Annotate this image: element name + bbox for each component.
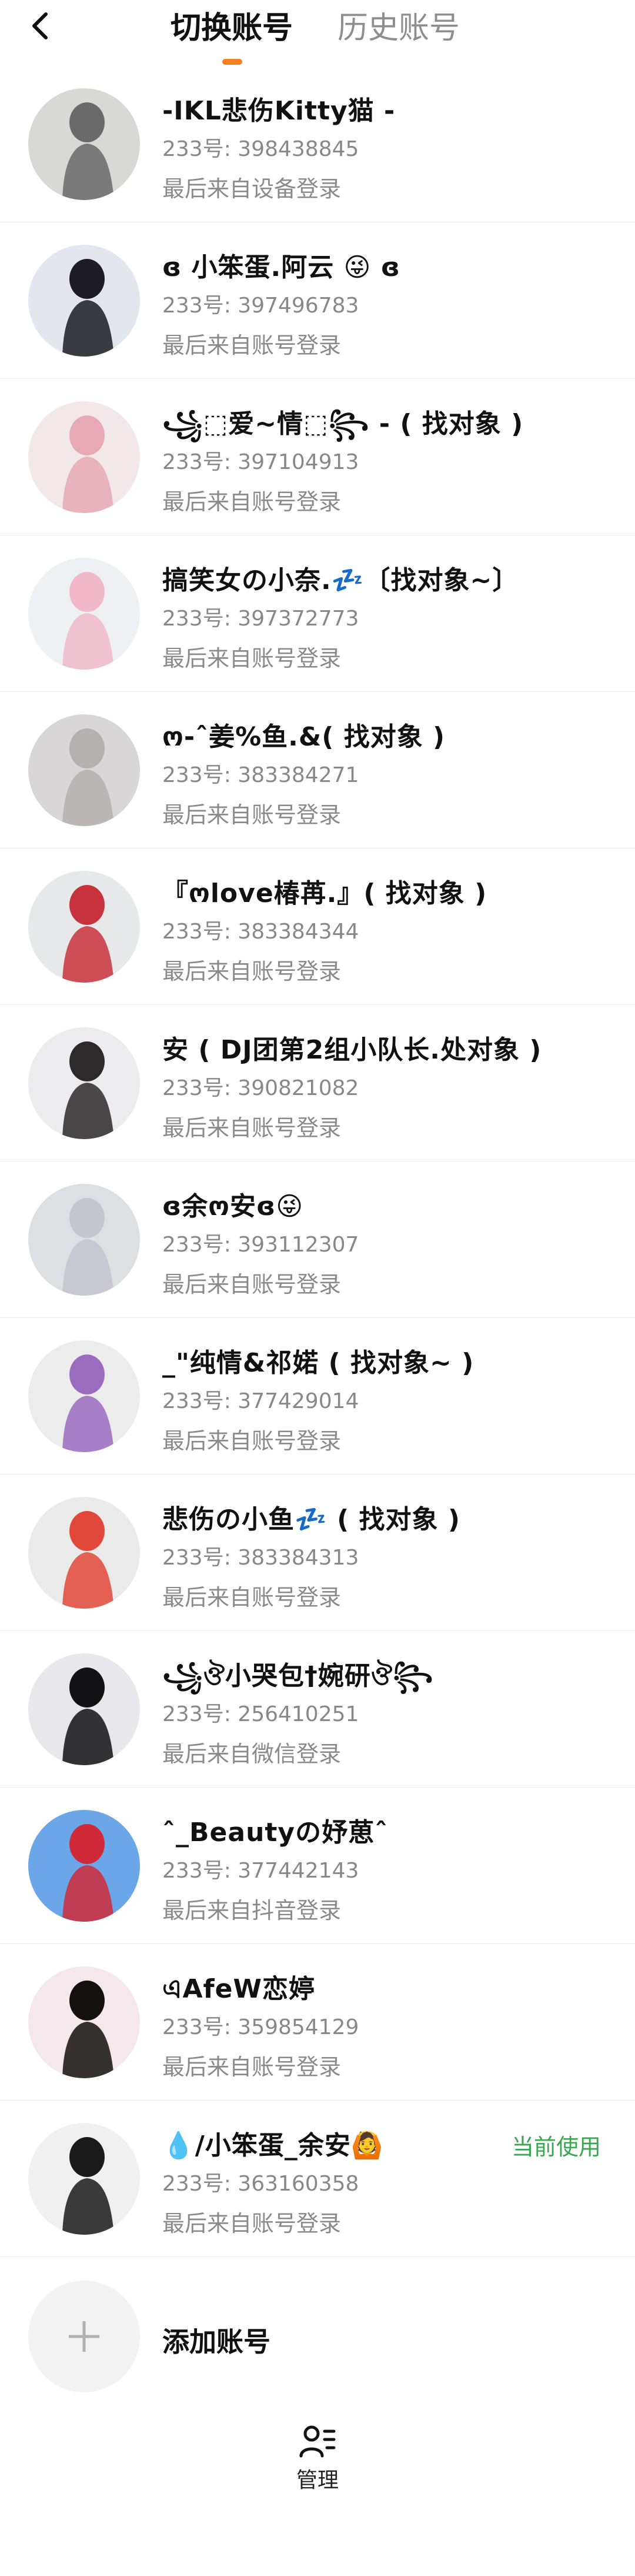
- avatar: [28, 1184, 140, 1296]
- account-name: 悲伤の小鱼💤 ( 找对象 ): [162, 1505, 460, 1535]
- current-use-badge: 当前使用: [511, 2134, 601, 2160]
- account-row[interactable]: ო-ˆ姜%鱼.&( 找对象 ) 233号: 383384271 最后来自账号登录: [0, 692, 635, 848]
- account-id: 233号: 393112307: [162, 1233, 359, 1257]
- account-id: 233号: 256410251: [162, 1702, 359, 1726]
- last-login-source: 最后来自账号登录: [162, 1585, 342, 1610]
- account-row[interactable]: ꧁⬚爱~情⬚꧂ - ( 找对象 ) 233号: 397104913 最后来自账号登录: [0, 379, 635, 535]
- account-id: 233号: 377429014: [162, 1389, 359, 1413]
- manage-button[interactable]: 管理: [276, 2424, 359, 2501]
- account-name: _"纯情&祁婼 ( 找对象~ ): [162, 1348, 474, 1378]
- avatar: [28, 871, 140, 983]
- avatar: [28, 1810, 140, 1922]
- account-row[interactable]: _"纯情&祁婼 ( 找对象~ ) 233号: 377429014 最后来自账号登录: [0, 1318, 635, 1475]
- add-account-label: 添加账号: [162, 2326, 270, 2358]
- account-row[interactable]: ɞ 小笨蛋.阿云 😜 ɞ 233号: 397496783 最后来自账号登录: [0, 222, 635, 379]
- account-id: 233号: 383384271: [162, 763, 359, 787]
- avatar: [28, 88, 140, 200]
- account-id: 233号: 363160358: [162, 2172, 359, 2196]
- account-id: 233号: 359854129: [162, 2015, 359, 2039]
- last-login-source: 最后来自账号登录: [162, 489, 342, 515]
- account-id: 233号: 377442143: [162, 1859, 359, 1883]
- account-id: 233号: 398438845: [162, 137, 359, 161]
- account-name: 💧/小笨蛋_余安🙆: [162, 2131, 384, 2161]
- add-account-row[interactable]: 添加账号: [0, 2257, 635, 2416]
- account-name: ɞ 小笨蛋.阿云 😜 ɞ: [162, 252, 400, 282]
- account-name: -IKL悲伤Kitty猫 -: [162, 96, 396, 126]
- account-row[interactable]: 💧/小笨蛋_余安🙆 233号: 363160358 最后来自账号登录 当前使用: [0, 2101, 635, 2257]
- account-name: ო-ˆ姜%鱼.&( 找对象 ): [162, 722, 446, 752]
- avatar: [28, 1340, 140, 1452]
- add-account-button[interactable]: [28, 2281, 140, 2392]
- account-name: এAfeW恋婷: [162, 1974, 316, 2004]
- top-bar: 切换账号 历史账号: [0, 0, 635, 66]
- last-login-source: 最后来自账号登录: [162, 1272, 342, 1297]
- account-row[interactable]: 搞笑女の小奈.💤〔找对象~〕 233号: 397372773 最后来自账号登录: [0, 535, 635, 692]
- avatar: [28, 558, 140, 670]
- last-login-source: 最后来自账号登录: [162, 2054, 342, 2080]
- account-name: 安 ( DJ团第2组小队长.处对象 ): [162, 1035, 542, 1065]
- account-name: 搞笑女の小奈.💤〔找对象~〕: [162, 565, 519, 595]
- avatar: [28, 1966, 140, 2078]
- account-row[interactable]: 『ოlove椿苒.』( 找对象 ) 233号: 383384344 最后来自账号登录: [0, 848, 635, 1005]
- plus-icon: [69, 2321, 99, 2352]
- avatar: [28, 1497, 140, 1609]
- last-login-source: 最后来自账号登录: [162, 1115, 342, 1141]
- account-id: 233号: 383384344: [162, 920, 359, 944]
- account-row[interactable]: ˆ_Beautyの妤葸ˆ 233号: 377442143 最后来自抖音登录: [0, 1788, 635, 1944]
- account-name: 『ოlove椿苒.』( 找对象 ): [162, 878, 487, 908]
- account-row[interactable]: 安 ( DJ团第2组小队长.处对象 ) 233号: 390821082 最后来自账号…: [0, 1005, 635, 1161]
- back-chevron-icon[interactable]: [24, 8, 59, 44]
- account-row[interactable]: ꧁ঔ小哭包†婉研ঔ꧂ 233号: 256410251 最后来自微信登录: [0, 1631, 635, 1788]
- last-login-source: 最后来自账号登录: [162, 645, 342, 671]
- last-login-source: 最后来自账号登录: [162, 332, 342, 358]
- last-login-source: 最后来自设备登录: [162, 176, 342, 202]
- manage-label: 管理: [296, 2468, 339, 2492]
- account-id: 233号: 383384313: [162, 1546, 359, 1570]
- avatar: [28, 1027, 140, 1139]
- account-name: ɞ余ო安ɞ😜: [162, 1192, 304, 1222]
- account-list: -IKL悲伤Kitty猫 - 233号: 398438845 最后来自设备登录 ɞ 小…: [0, 66, 635, 2416]
- account-id: 233号: 397372773: [162, 607, 359, 631]
- last-login-source: 最后来自账号登录: [162, 2211, 342, 2236]
- account-row[interactable]: -IKL悲伤Kitty猫 - 233号: 398438845 最后来自设备登录: [0, 66, 635, 222]
- tab-history-account[interactable]: 历史账号: [337, 5, 460, 52]
- active-tab-indicator: [222, 59, 242, 65]
- avatar: [28, 245, 140, 357]
- avatar: [28, 1653, 140, 1765]
- manage-icon: [299, 2425, 336, 2458]
- account-row[interactable]: এAfeW恋婷 233号: 359854129 最后来自账号登录: [0, 1944, 635, 2101]
- avatar: [28, 714, 140, 826]
- account-id: 233号: 397496783: [162, 294, 359, 318]
- account-row[interactable]: 悲伤の小鱼💤 ( 找对象 ) 233号: 383384313 最后来自账号登录: [0, 1475, 635, 1631]
- account-id: 233号: 397104913: [162, 450, 359, 474]
- tab-switch-account[interactable]: 切换账号: [171, 5, 293, 52]
- avatar: [28, 2123, 140, 2235]
- last-login-source: 最后来自账号登录: [162, 958, 342, 984]
- last-login-source: 最后来自账号登录: [162, 802, 342, 828]
- last-login-source: 最后来自抖音登录: [162, 1898, 342, 1923]
- last-login-source: 最后来自账号登录: [162, 1428, 342, 1454]
- account-row[interactable]: ɞ余ო安ɞ😜 233号: 393112307 最后来自账号登录: [0, 1161, 635, 1318]
- last-login-source: 最后来自微信登录: [162, 1741, 342, 1767]
- account-id: 233号: 390821082: [162, 1076, 359, 1100]
- account-name: ˆ_Beautyの妤葸ˆ: [162, 1818, 389, 1848]
- avatar: [28, 401, 140, 513]
